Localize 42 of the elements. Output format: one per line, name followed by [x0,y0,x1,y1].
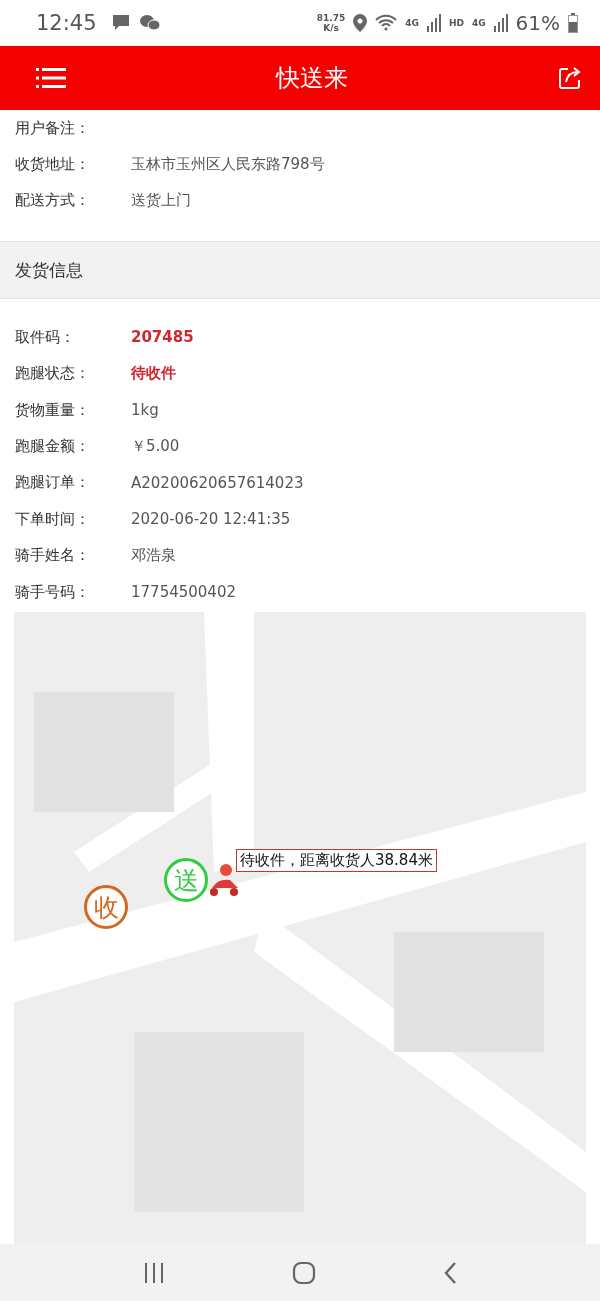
field-value: 1kg [131,401,159,420]
battery-percent: 61% [515,11,560,35]
field-value: 17754500402 [131,583,236,602]
network-speed: 81.75 K/s [316,13,346,33]
app-title: 快送来 [276,63,348,94]
location-icon [353,14,368,32]
field-label: 跑腿金额： [15,437,91,457]
field-value: 送货上门 [131,191,191,211]
hd-indicator: HD [448,18,464,28]
rider-distance-label: 待收件，距离收货人38.84米 [236,849,437,873]
signal-icon [493,14,508,32]
field-label: 骑手姓名： [15,546,91,566]
menu-icon[interactable] [36,67,66,89]
field-value: A20200620657614023 [131,473,304,492]
chat-bubbles-icon [138,14,161,32]
share-icon[interactable] [558,66,582,90]
network-type: 4G [471,18,486,28]
field-value: 2020-06-20 12:41:35 [131,510,291,529]
message-icon [110,14,131,32]
field-label: 下单时间： [15,509,91,529]
field-value: 207485 [131,328,194,347]
field-value: 邓浩泉 [131,546,176,566]
signal-icon [426,14,441,32]
field-label: 跑腿状态： [15,364,91,384]
recent-apps-icon[interactable] [143,1261,166,1284]
section-title: 发货信息 [15,258,83,282]
field-label: 配送方式： [15,191,91,211]
back-icon[interactable] [442,1260,457,1285]
battery-icon [568,13,578,33]
network-type: 4G [405,18,419,28]
field-label: 用户备注： [15,118,91,138]
field-label: 收货地址： [15,155,91,175]
field-value: ￥5.00 [131,437,180,457]
wifi-icon [375,14,398,32]
field-value: 待收件 [131,364,176,384]
field-label: 跑腿订单： [15,473,91,493]
field-value: 玉林市玉州区人民东路798号 [131,155,325,175]
field-label: 骑手号码： [15,582,91,602]
field-label: 货物重量： [15,400,91,420]
field-label: 取件码： [15,327,76,347]
status-time: 12:45 [36,11,97,35]
home-icon[interactable] [292,1260,316,1285]
